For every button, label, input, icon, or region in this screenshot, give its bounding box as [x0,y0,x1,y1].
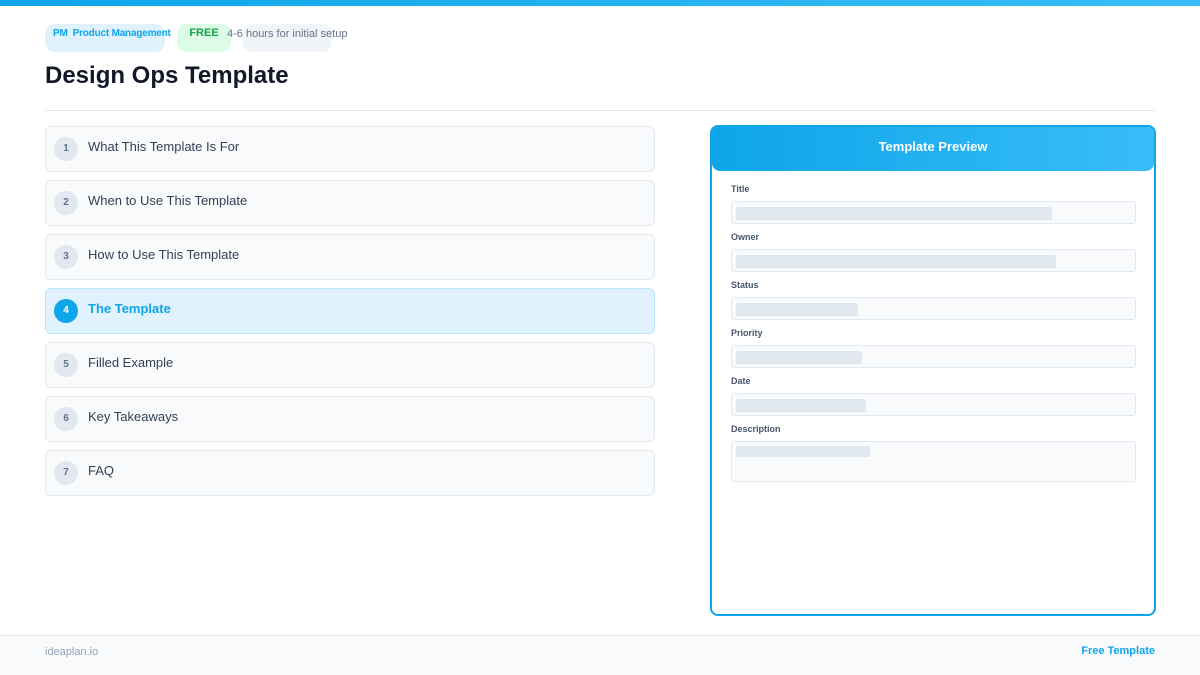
field-placeholder-bar [736,303,858,316]
field-placeholder-bar [736,255,1056,268]
toc-label: What This Template Is For [88,139,240,154]
template-preview-card: Template Preview Title Owner Status Prio… [710,125,1156,616]
field-priority: Priority [731,328,1136,376]
toc-number: 4 [54,299,78,323]
toc-label: When to Use This Template [88,193,248,208]
field-title: Title [731,184,1136,232]
top-accent-bar [0,0,1200,6]
field-label: Priority [731,328,763,338]
field-label: Title [731,184,750,194]
field-box [731,393,1136,416]
field-status: Status [731,280,1136,328]
time-estimate: 4-6 hours for initial setup [227,28,348,40]
field-box [731,249,1136,272]
toc-item-when-to-use[interactable]: 2 When to Use This Template [45,180,655,226]
toc-label: Key Takeaways [88,409,179,424]
toc-label: Filled Example [88,355,174,370]
toc-item-what-for[interactable]: 1 What This Template Is For [45,126,655,172]
toc-label: How to Use This Template [88,247,240,262]
toc-label: The Template [88,301,171,316]
field-label: Date [731,376,751,386]
toc-number: 1 [54,137,78,161]
field-placeholder-bar [736,351,862,364]
field-owner: Owner [731,232,1136,280]
field-box [731,345,1136,368]
toc-number: 7 [54,461,78,485]
table-of-contents: 1 What This Template Is For 2 When to Us… [45,126,655,504]
category-badge-abbr: PM [53,28,68,39]
field-label: Status [731,280,759,290]
free-badge: FREE [177,24,231,52]
toc-number: 6 [54,407,78,431]
toc-label: FAQ [88,463,115,478]
field-placeholder-bar [736,399,866,412]
footer-tag: Free Template [1081,645,1155,657]
footer: ideaplan.io Free Template [0,635,1200,675]
toc-item-filled-example[interactable]: 5 Filled Example [45,342,655,388]
preview-header: Template Preview [712,127,1154,171]
field-date: Date [731,376,1136,424]
field-box [731,441,1136,482]
page-title: Design Ops Template [45,62,289,89]
field-box [731,201,1136,224]
field-placeholder-bar [736,446,870,457]
toc-number: 5 [54,353,78,377]
footer-site-link[interactable]: ideaplan.io [45,646,98,658]
toc-number: 3 [54,245,78,269]
field-placeholder-bar [736,207,1052,220]
field-box [731,297,1136,320]
preview-fields: Title Owner Status Priority Date Descrip… [731,184,1136,482]
field-description: Description [731,424,1136,482]
field-label: Owner [731,232,760,242]
toc-number: 2 [54,191,78,215]
header-divider [45,110,1155,111]
category-badge[interactable]: PM Product Management [45,24,171,52]
toc-item-faq[interactable]: 7 FAQ [45,450,655,496]
badge-row: PM Product Management FREE 4-6 hours for … [45,24,545,52]
field-label: Description [731,424,781,434]
toc-item-key-takeaways[interactable]: 6 Key Takeaways [45,396,655,442]
toc-item-how-to-use[interactable]: 3 How to Use This Template [45,234,655,280]
category-badge-label: Product Management [72,28,171,39]
toc-item-the-template[interactable]: 4 The Template [45,288,655,334]
